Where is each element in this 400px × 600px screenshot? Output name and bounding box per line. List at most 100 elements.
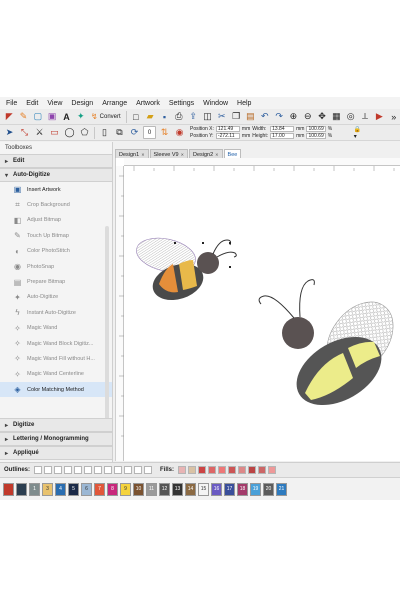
thread-color-swatch[interactable]: 4: [55, 482, 66, 496]
save-icon[interactable]: ▪: [158, 110, 170, 123]
tool-magic-wand-fill[interactable]: ✧ Magic Wand Fill without H...: [0, 351, 112, 366]
preview-icon[interactable]: ◫: [201, 110, 213, 123]
thread-color-swatch[interactable]: 10: [133, 482, 144, 496]
thread-color-swatch[interactable]: 5: [68, 482, 79, 496]
outline-style-swatch[interactable]: [84, 466, 93, 474]
undo-icon[interactable]: ↶: [259, 110, 271, 123]
section-edit[interactable]: ▸ Edit: [0, 154, 112, 168]
tool-adjust-bitmap[interactable]: ◧ Adjust Bitmap: [0, 213, 112, 228]
knife-icon[interactable]: ⚔: [33, 126, 46, 139]
more-icon[interactable]: ▾: [354, 133, 361, 140]
outline-style-swatch[interactable]: [74, 466, 83, 474]
thread-color-swatch[interactable]: 11: [146, 482, 157, 496]
thread-color-swatch[interactable]: [3, 482, 14, 496]
close-icon[interactable]: ✕: [181, 152, 184, 157]
thread-color-swatch[interactable]: 14: [185, 482, 196, 496]
outline-style-swatch[interactable]: [144, 466, 153, 474]
menu-window[interactable]: Window: [203, 100, 228, 107]
hoop-icon[interactable]: ◎: [345, 110, 357, 123]
menu-help[interactable]: Help: [237, 100, 251, 107]
tool-crop[interactable]: ⌗ Crop Background: [0, 197, 112, 212]
section-lettering[interactable]: ▸ Lettering / Monogramming: [0, 432, 112, 446]
thread-color-swatch[interactable]: [16, 482, 27, 496]
section-applique[interactable]: ▸ Appliqué: [0, 446, 112, 460]
rectangle-icon[interactable]: ▭: [48, 126, 61, 139]
scale-height-input[interactable]: 100.69: [306, 133, 326, 139]
outline-style-swatch[interactable]: [94, 466, 103, 474]
monogram-icon[interactable]: ✦: [75, 110, 87, 123]
outline-style-swatch[interactable]: [64, 466, 73, 474]
polygon-icon[interactable]: ⬠: [78, 126, 91, 139]
rotate-icon[interactable]: ⟳: [128, 126, 141, 139]
reshape-icon[interactable]: ✎: [17, 110, 29, 123]
fill-style-swatch[interactable]: [208, 466, 217, 474]
scale-width-input[interactable]: 100.69: [306, 126, 326, 132]
outline-style-swatch[interactable]: [44, 466, 53, 474]
position-x-input[interactable]: 121.49: [215, 126, 240, 132]
thread-color-swatch[interactable]: 19: [250, 482, 261, 496]
fill-style-swatch[interactable]: [268, 466, 277, 474]
tool-magic-wand-block[interactable]: ✧ Magic Wand Block Digitiz...: [0, 336, 112, 351]
fill-style-swatch[interactable]: [248, 466, 257, 474]
color-bucket-icon[interactable]: ◉: [173, 126, 186, 139]
thread-color-swatch[interactable]: 1: [29, 482, 40, 496]
menu-design[interactable]: Design: [71, 100, 93, 107]
tool-photosnap[interactable]: ◉ PhotoSnap: [0, 259, 112, 274]
export-icon[interactable]: ⇪: [187, 110, 199, 123]
large-bee[interactable]: [258, 279, 400, 419]
menu-artwork[interactable]: Artwork: [136, 100, 160, 107]
print-icon[interactable]: ⎙: [173, 110, 185, 123]
tool-auto-digitize[interactable]: ✦ Auto-Digitize: [0, 290, 112, 305]
thread-color-swatch[interactable]: 8: [107, 482, 118, 496]
duplicate-icon[interactable]: ⧉: [113, 126, 126, 139]
position-y-input[interactable]: -272.11: [215, 133, 240, 139]
tab-bee[interactable]: Bee: [223, 149, 242, 158]
tab-sleeve-v9[interactable]: Sleeve V9 ✕: [149, 149, 188, 158]
menu-view[interactable]: View: [47, 100, 62, 107]
open-folder-icon[interactable]: ▰: [144, 110, 156, 123]
node-edit-icon[interactable]: ⤡: [18, 126, 31, 139]
outline-style-swatch[interactable]: [114, 466, 123, 474]
fill-style-swatch[interactable]: [178, 466, 187, 474]
outline-style-swatch[interactable]: [104, 466, 113, 474]
paste-icon[interactable]: ▤: [244, 110, 256, 123]
section-auto-digitize[interactable]: ▾ Auto-Digitize: [0, 168, 112, 182]
redo-icon[interactable]: ↷: [273, 110, 285, 123]
ellipse-icon[interactable]: ◯: [63, 126, 76, 139]
tab-design2[interactable]: Design2 ✕: [188, 149, 223, 158]
thread-color-swatch[interactable]: 15: [198, 482, 209, 496]
thread-color-swatch[interactable]: 7: [94, 482, 105, 496]
height-input[interactable]: 17.00: [270, 133, 295, 139]
tool-lightning[interactable]: ϟ Instant Auto-Digitize: [0, 305, 112, 320]
thread-color-swatch[interactable]: 17: [224, 482, 235, 496]
tool-color-matching[interactable]: ◈ Color Matching Method: [0, 382, 112, 398]
close-icon[interactable]: ✕: [141, 152, 144, 157]
menu-settings[interactable]: Settings: [169, 100, 194, 107]
outline-style-swatch[interactable]: [54, 466, 63, 474]
tool-prepare-bitmap[interactable]: ▤ Prepare Bitmap: [0, 274, 112, 289]
tool-pencil[interactable]: ✎ Touch Up Bitmap: [0, 228, 112, 243]
menu-edit[interactable]: Edit: [26, 100, 38, 107]
new-file-icon[interactable]: □: [130, 110, 142, 123]
menu-arrange[interactable]: Arrange: [102, 100, 127, 107]
grid-icon[interactable]: ▦: [330, 110, 342, 123]
menu-file[interactable]: File: [6, 100, 17, 107]
convert-button[interactable]: ↯ Convert: [89, 110, 123, 123]
section-digitize[interactable]: ▸ Digitize: [0, 418, 112, 432]
copy-icon[interactable]: ❐: [230, 110, 242, 123]
lock-icon[interactable]: 🔒: [354, 126, 361, 133]
arrow-select-icon[interactable]: ➤: [3, 126, 16, 139]
zoom-in-icon[interactable]: ⊕: [287, 110, 299, 123]
tool-insert-artwork[interactable]: ▣ Insert Artwork: [0, 182, 112, 197]
tool-photostitch[interactable]: ◐ Color PhotoStitch: [0, 244, 112, 259]
lettering-icon[interactable]: A: [60, 110, 72, 123]
zoom-field[interactable]: 0: [143, 126, 156, 139]
tool-magic-wand-centerline[interactable]: ✧ Magic Wand Centerline: [0, 367, 112, 382]
thread-color-swatch[interactable]: 3: [42, 482, 53, 496]
outline-style-swatch[interactable]: [34, 466, 43, 474]
zoom-out-icon[interactable]: ⊖: [302, 110, 314, 123]
thread-color-swatch[interactable]: 13: [172, 482, 183, 496]
close-icon[interactable]: ✕: [215, 152, 218, 157]
outline-style-swatch[interactable]: [134, 466, 143, 474]
sequence-icon[interactable]: ⇅: [158, 126, 171, 139]
